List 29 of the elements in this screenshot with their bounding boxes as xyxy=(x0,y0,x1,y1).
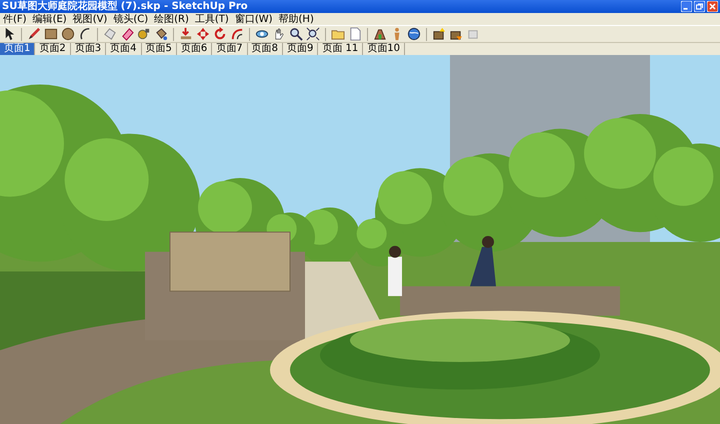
close-icon[interactable] xyxy=(707,1,718,12)
box-upload-icon[interactable] xyxy=(432,27,446,41)
tape-measure-icon[interactable] xyxy=(137,27,151,41)
menu-item[interactable]: 窗口(W) xyxy=(232,14,276,24)
shape-icon[interactable] xyxy=(103,27,117,41)
restore-icon[interactable] xyxy=(694,1,705,12)
rotate-icon[interactable] xyxy=(213,27,227,41)
minimize-icon[interactable] xyxy=(681,1,692,12)
menu-item[interactable]: 编辑(E) xyxy=(30,14,70,24)
window-title: SU草图大师庭院花园模型 (7).skp - SketchUp Pro xyxy=(2,0,249,12)
menu-item[interactable]: 帮助(H) xyxy=(276,14,317,24)
zoom-extents-icon[interactable] xyxy=(306,27,320,41)
rectangle-icon[interactable] xyxy=(44,27,58,41)
scene-tab[interactable]: 页面1 xyxy=(0,43,36,55)
offset-icon[interactable] xyxy=(230,27,244,41)
document-icon[interactable] xyxy=(348,27,362,41)
pencil-icon[interactable] xyxy=(27,27,41,41)
menu-item[interactable]: 视图(V) xyxy=(70,14,110,24)
menu-item[interactable]: 件(F) xyxy=(0,14,30,24)
menu-item[interactable]: 镜头(C) xyxy=(110,14,152,24)
magnifier-icon[interactable] xyxy=(289,27,303,41)
menu-item[interactable]: 工具(T) xyxy=(192,14,232,24)
arc-icon[interactable] xyxy=(78,27,92,41)
globe-icon[interactable] xyxy=(407,27,421,41)
eraser-icon[interactable] xyxy=(120,27,134,41)
menu-item[interactable]: 绘图(R) xyxy=(151,14,192,24)
move-icon[interactable] xyxy=(196,27,210,41)
push-pull-icon[interactable] xyxy=(179,27,193,41)
circle-icon[interactable] xyxy=(61,27,75,41)
